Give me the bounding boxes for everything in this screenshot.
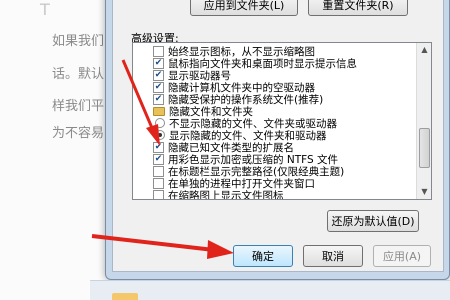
ok-button[interactable]: 确定	[233, 245, 293, 267]
checkmark-icon: ✔	[154, 141, 163, 152]
checkmark-icon: ✔	[154, 81, 163, 92]
folder-icon	[153, 106, 165, 116]
radio-button[interactable]	[155, 118, 165, 128]
checkmark-icon: ✔	[154, 153, 163, 164]
tree-scrollbar[interactable]: ▲ ▼	[416, 43, 431, 199]
background-line: 话。默认	[52, 67, 105, 82]
checkbox[interactable]: ✔	[153, 93, 164, 105]
checkmark-icon: ✔	[154, 93, 163, 104]
tree-item[interactable]: 在缩略图上显示文件图标	[153, 189, 284, 200]
checkbox[interactable]: ✔	[153, 69, 164, 81]
checkbox[interactable]: ✔	[153, 81, 164, 93]
checkbox[interactable]	[153, 189, 164, 199]
background-line: 如果我们	[52, 34, 105, 49]
radio-button[interactable]	[155, 130, 165, 140]
scroll-up-icon[interactable]: ▲	[419, 44, 430, 55]
checkbox[interactable]: ✔	[153, 153, 164, 165]
tree-item-label: 在缩略图上显示文件图标	[168, 189, 284, 200]
cancel-button[interactable]: 取消	[303, 245, 363, 267]
apply-button[interactable]: 应用(A)	[373, 245, 431, 267]
checkbox[interactable]	[153, 165, 164, 177]
scroll-thumb[interactable]	[419, 128, 430, 168]
reset-folders-button[interactable]: 重置文件夹(R)	[308, 0, 408, 16]
checkbox[interactable]: ✔	[153, 141, 164, 153]
checkbox[interactable]	[153, 177, 164, 189]
checkmark-icon: ✔	[154, 69, 163, 80]
background-line: 样我们平	[52, 99, 105, 114]
advanced-settings-tree[interactable]: 始终显示图标，从不显示缩略图 ✔ 鼠标指向文件夹和桌面项时显示提示信息 ✔ 显示驱动器号…	[132, 42, 432, 200]
background-line: 为不容易	[52, 126, 105, 141]
checkbox[interactable]: ✔	[153, 57, 164, 69]
checkmark-icon: ✔	[154, 57, 163, 68]
restore-defaults-button[interactable]: 还原为默认值(D)	[327, 210, 419, 232]
background-heading-fragment: T	[40, 0, 50, 19]
apply-to-folders-button[interactable]: 应用到文件夹(L)	[190, 0, 298, 16]
scroll-down-icon[interactable]: ▼	[419, 186, 430, 197]
checkbox[interactable]	[153, 45, 164, 57]
radio-dot-icon	[158, 133, 162, 137]
taskbar-folder-icon	[112, 293, 138, 300]
taskbar-strip	[90, 280, 450, 300]
